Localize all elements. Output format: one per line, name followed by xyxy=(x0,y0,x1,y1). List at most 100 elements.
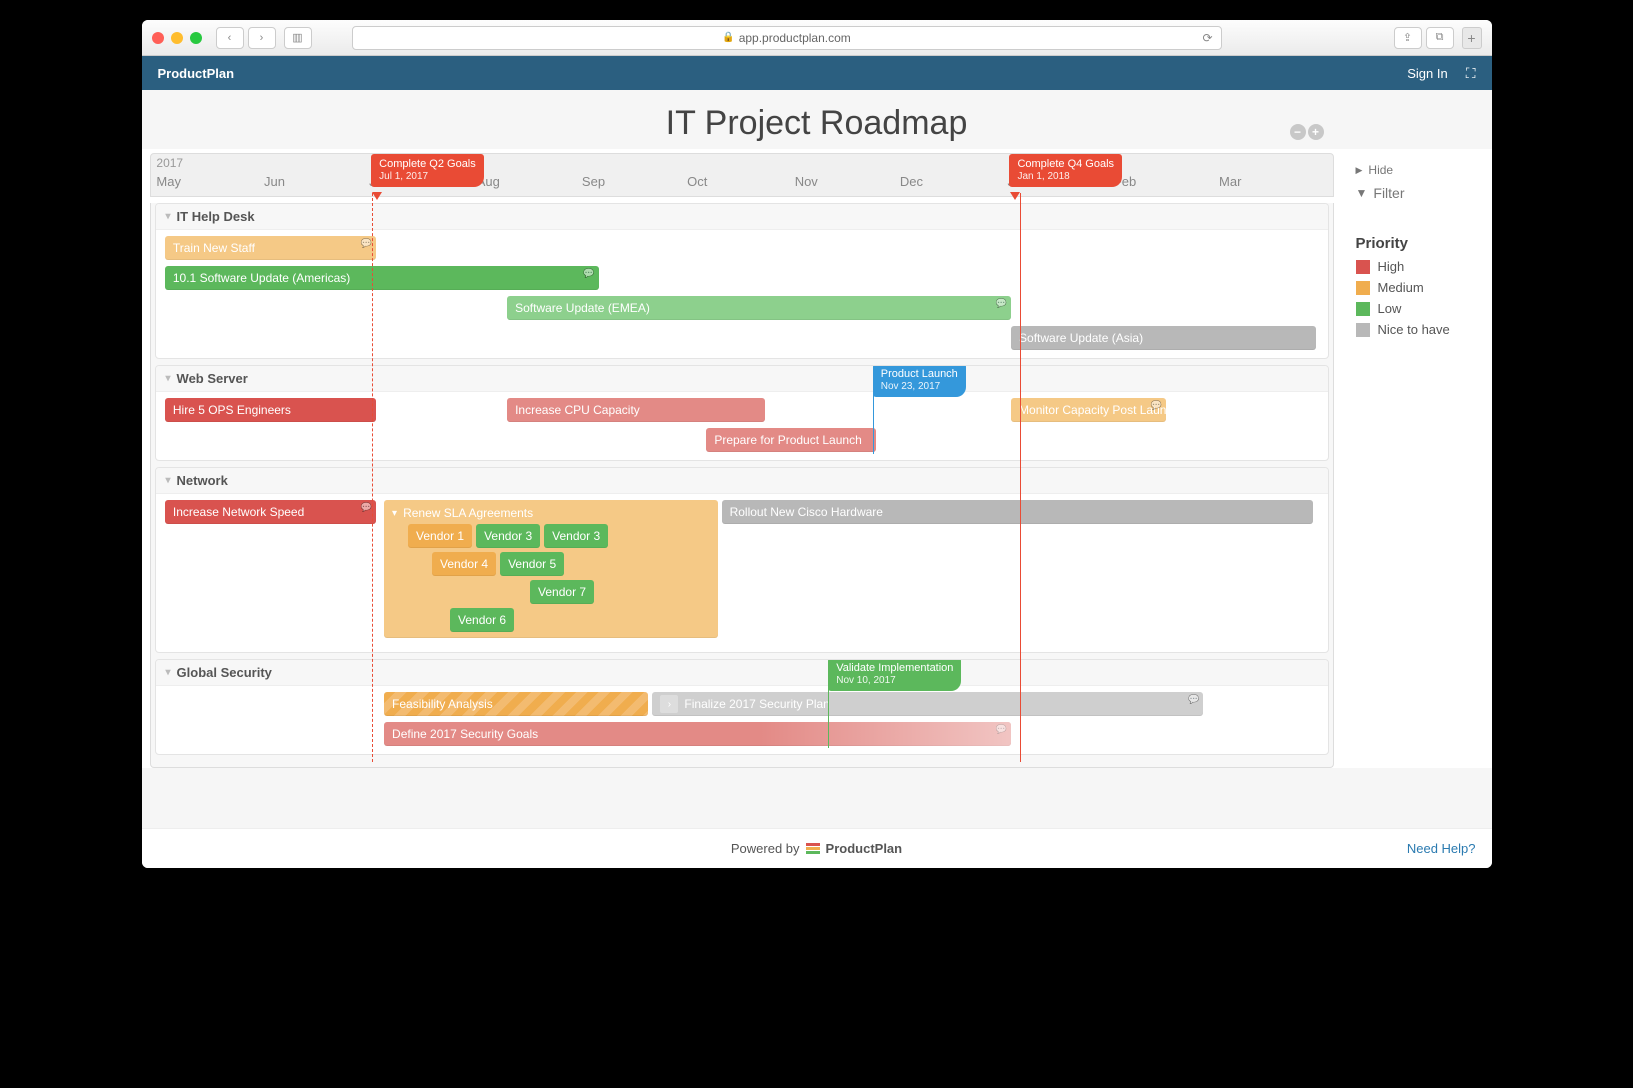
lane-it-help-desk: ▾IT Help Desk Train New Staff 💬 10.1 Softwa… xyxy=(155,203,1329,359)
hide-toggle[interactable]: ▶ Hide xyxy=(1356,159,1478,181)
chevron-down-icon: ▾ xyxy=(166,475,171,486)
task-bar[interactable]: Increase Network Speed 💬 xyxy=(165,500,376,524)
share-button[interactable]: ⇪ xyxy=(1394,27,1422,49)
lane-header[interactable]: ▾Global Security xyxy=(156,660,1328,686)
back-button[interactable]: ‹ xyxy=(216,27,244,49)
lane-body: Train New Staff 💬 10.1 Software Update (Am… xyxy=(156,230,1328,358)
milestone-flag[interactable]: Complete Q2 GoalsJul 1, 2017 xyxy=(371,154,484,187)
vendor-bar[interactable]: Vendor 3 xyxy=(544,524,608,548)
lane-title: IT Help Desk xyxy=(177,209,255,224)
bar-label: Feasibility Analysis xyxy=(392,697,493,711)
month-label: Nov xyxy=(795,174,818,189)
chevron-down-icon: ▾ xyxy=(166,667,171,678)
month-label: Jun xyxy=(264,174,285,189)
browser-title-bar: ‹ › ▥ 🔒 app.productplan.com ⟳ ⇪ ⧉ + xyxy=(142,20,1492,56)
lane-network: ▾Network Increase Network Speed 💬 ▾ Renew SL… xyxy=(155,467,1329,653)
milestone-line xyxy=(1020,193,1021,762)
bar-label: Increase Network Speed xyxy=(173,505,304,519)
milestone-flag-validate[interactable]: Validate ImplementationNov 10, 2017 xyxy=(828,659,961,691)
bar-label: Rollout New Cisco Hardware xyxy=(730,505,883,519)
legend-item[interactable]: Low xyxy=(1356,298,1478,319)
task-bar[interactable]: Feasibility Analysis xyxy=(384,692,648,716)
lane-header[interactable]: ▾Network xyxy=(156,468,1328,494)
forward-button[interactable]: › xyxy=(248,27,276,49)
year-label: 2017 xyxy=(156,156,183,170)
milestone-title: Complete Q4 Goals xyxy=(1017,158,1114,171)
bar-label: Train New Staff xyxy=(173,241,255,255)
comment-icon: 💬 xyxy=(361,502,372,513)
milestone-date: Jul 1, 2017 xyxy=(379,171,476,183)
legend-item[interactable]: Medium xyxy=(1356,277,1478,298)
task-bar[interactable]: ›Finalize 2017 Security Plan💬 xyxy=(652,692,1203,716)
task-bar[interactable]: Train New Staff 💬 xyxy=(165,236,376,260)
url-text: app.productplan.com xyxy=(739,31,851,45)
hide-label: Hide xyxy=(1368,163,1393,177)
filter-icon: ▼ xyxy=(1356,186,1368,200)
legend-swatch xyxy=(1356,281,1370,295)
comment-icon: 💬 xyxy=(1151,400,1162,411)
powered-by-label: Powered by xyxy=(731,841,800,856)
bar-label: Increase CPU Capacity xyxy=(515,403,640,417)
milestone-title: Validate Implementation xyxy=(836,662,953,675)
bar-label: Software Update (Asia) xyxy=(1019,331,1143,345)
task-bar[interactable]: 10.1 Software Update (Americas)💬 xyxy=(165,266,599,290)
bar-label: Finalize 2017 Security Plan xyxy=(684,697,829,711)
container-bar[interactable]: ▾Renew SLA AgreementsVendor 1Vendor 3Ven… xyxy=(384,500,718,638)
minimize-window-icon[interactable] xyxy=(171,32,183,44)
bar-label: Prepare for Product Launch xyxy=(714,433,861,447)
lane-header[interactable]: ▾IT Help Desk xyxy=(156,204,1328,230)
lane-header[interactable]: ▾Web Server xyxy=(156,366,1328,392)
vendor-bar[interactable]: Vendor 7 xyxy=(530,580,594,604)
task-bar[interactable]: Monitor Capacity Post Launch💬 xyxy=(1011,398,1166,422)
comment-icon: 💬 xyxy=(361,238,372,249)
vendor-bar[interactable]: Vendor 5 xyxy=(500,552,564,576)
milestone-flag-product-launch[interactable]: Product LaunchNov 23, 2017 xyxy=(873,365,966,397)
legend-item[interactable]: High xyxy=(1356,256,1478,277)
new-tab-button[interactable]: + xyxy=(1462,27,1482,49)
footer: Powered by ProductPlan Need Help? xyxy=(142,828,1492,868)
zoom-in-button[interactable]: + xyxy=(1308,124,1324,140)
browser-window: ‹ › ▥ 🔒 app.productplan.com ⟳ ⇪ ⧉ + Prod… xyxy=(142,20,1492,868)
zoom-out-button[interactable]: − xyxy=(1290,124,1306,140)
milestone-date: Nov 23, 2017 xyxy=(881,381,958,393)
milestone-title: Complete Q2 Goals xyxy=(379,158,476,171)
chevron-down-icon: ▾ xyxy=(392,508,397,519)
bar-label: Renew SLA Agreements xyxy=(403,506,533,520)
task-bar[interactable]: Prepare for Product Launch xyxy=(706,428,876,452)
lane-row: Hire 5 OPS Engineers Increase CPU Capacit… xyxy=(156,396,1328,426)
task-bar[interactable]: Hire 5 OPS Engineers xyxy=(165,398,376,422)
close-window-icon[interactable] xyxy=(152,32,164,44)
help-link[interactable]: Need Help? xyxy=(1407,841,1476,856)
filter-toggle[interactable]: ▼ Filter xyxy=(1356,181,1478,205)
milestone-date: Jan 1, 2018 xyxy=(1017,171,1114,183)
bar-label: 10.1 Software Update (Americas) xyxy=(173,271,350,285)
vendor-bar[interactable]: Vendor 4 xyxy=(432,552,496,576)
vendor-bar[interactable]: Vendor 1 xyxy=(408,524,472,548)
milestone-line xyxy=(873,390,874,454)
month-label: Oct xyxy=(687,174,707,189)
milestone-date: Nov 10, 2017 xyxy=(836,675,953,687)
task-bar[interactable]: Software Update (Asia) xyxy=(1011,326,1316,350)
sign-in-link[interactable]: Sign In xyxy=(1407,66,1447,81)
task-bar[interactable]: Software Update (EMEA)💬 xyxy=(507,296,1011,320)
maximize-window-icon[interactable] xyxy=(190,32,202,44)
vendor-bar[interactable]: Vendor 3 xyxy=(476,524,540,548)
milestone-flag[interactable]: Complete Q4 GoalsJan 1, 2018 xyxy=(1009,154,1122,187)
sidebar-toggle-button[interactable]: ▥ xyxy=(284,27,312,49)
task-bar[interactable]: Rollout New Cisco Hardware xyxy=(722,500,1314,524)
milestone-pin-icon xyxy=(372,192,382,200)
productplan-logo-icon xyxy=(806,843,820,854)
vendor-bar[interactable]: Vendor 6 xyxy=(450,608,514,632)
reload-icon[interactable]: ⟳ xyxy=(1202,31,1212,45)
lane-global-security: ▾Global SecurityFeasibility Analysis›Fin… xyxy=(155,659,1329,755)
legend-swatch xyxy=(1356,323,1370,337)
task-bar[interactable]: Increase CPU Capacity xyxy=(507,398,765,422)
brand-label: ProductPlan xyxy=(158,66,235,81)
fullscreen-icon[interactable]: ⛶ xyxy=(1466,65,1476,82)
task-bar[interactable]: Define 2017 Security Goals💬 xyxy=(384,722,1011,746)
legend-item[interactable]: Nice to have xyxy=(1356,319,1478,340)
tabs-button[interactable]: ⧉ xyxy=(1426,27,1454,49)
comment-icon: 💬 xyxy=(1188,694,1199,705)
address-bar[interactable]: 🔒 app.productplan.com ⟳ xyxy=(352,26,1222,50)
lanes-container: ▾IT Help DeskTrain New Staff💬10.1 Softwa… xyxy=(150,203,1334,768)
